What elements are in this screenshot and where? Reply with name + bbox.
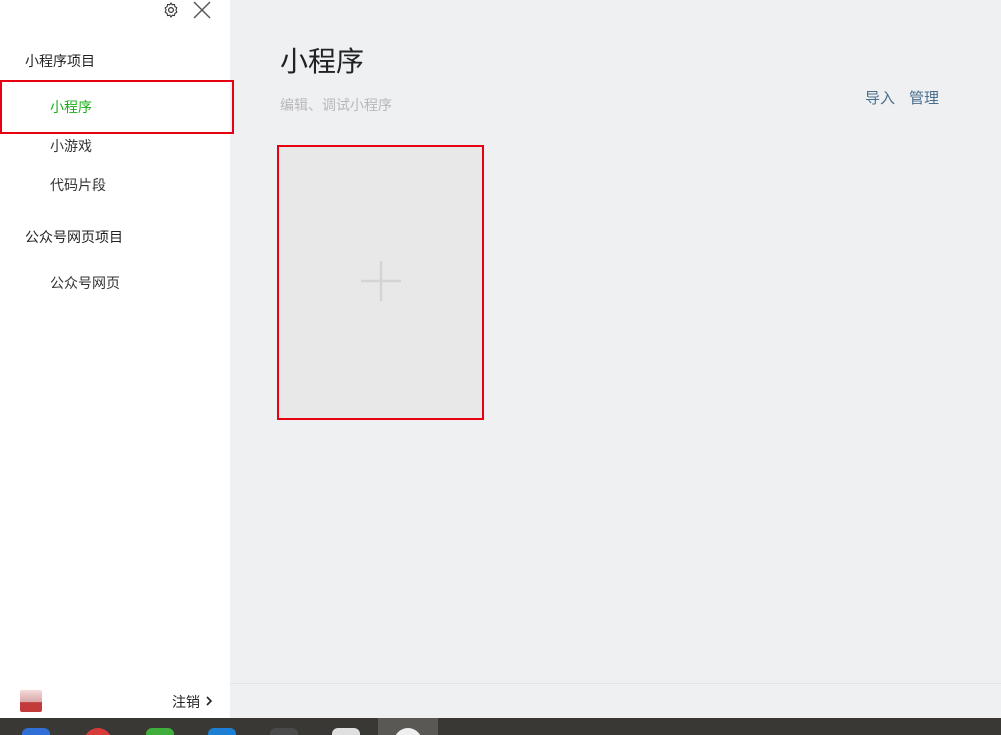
taskbar-app-icon[interactable] — [270, 728, 298, 735]
taskbar-app-icon[interactable] — [22, 728, 50, 735]
taskbar-app-icon[interactable] — [84, 728, 112, 735]
status-bar — [230, 683, 1001, 719]
header-actions: 导入 管理 — [865, 87, 939, 108]
chevron-right-icon — [206, 694, 213, 710]
sidebar-footer: 注销 — [0, 688, 230, 718]
close-icon[interactable] — [192, 0, 212, 20]
gear-icon[interactable] — [162, 1, 180, 19]
sidebar-toolbar — [162, 0, 212, 20]
sidebar-item-minigame[interactable]: 小游戏 — [0, 129, 230, 165]
page-title: 小程序 — [280, 45, 365, 78]
page-subtitle: 编辑、调试小程序 — [280, 98, 392, 114]
taskbar-app-icon[interactable] — [146, 728, 174, 735]
plus-icon — [359, 259, 403, 307]
manage-link[interactable]: 管理 — [909, 87, 939, 108]
section-title-official-account-projects: 公众号网页项目 — [25, 230, 123, 246]
logout-label: 注销 — [172, 695, 200, 711]
taskbar-app-icon[interactable] — [332, 728, 360, 735]
create-project-card[interactable] — [277, 145, 484, 420]
sidebar-item-miniprogram[interactable]: 小程序 — [0, 90, 230, 126]
avatar[interactable] — [20, 690, 42, 712]
taskbar-app-icon[interactable] — [208, 728, 236, 735]
app-window: 小程序项目 小程序 小游戏 代码片段 公众号网页项目 公众号网页 注销 小程序 … — [0, 0, 1001, 735]
import-link[interactable]: 导入 — [865, 87, 895, 108]
sidebar-item-code-snippets[interactable]: 代码片段 — [0, 168, 230, 204]
logout-button[interactable]: 注销 — [172, 692, 213, 712]
sidebar: 小程序项目 小程序 小游戏 代码片段 公众号网页项目 公众号网页 注销 — [0, 0, 234, 718]
section-title-miniprogram-projects: 小程序项目 — [25, 54, 95, 70]
main-panel: 小程序 编辑、调试小程序 导入 管理 — [230, 0, 1001, 683]
sidebar-item-official-account-web[interactable]: 公众号网页 — [0, 266, 230, 302]
os-taskbar — [0, 718, 1001, 735]
